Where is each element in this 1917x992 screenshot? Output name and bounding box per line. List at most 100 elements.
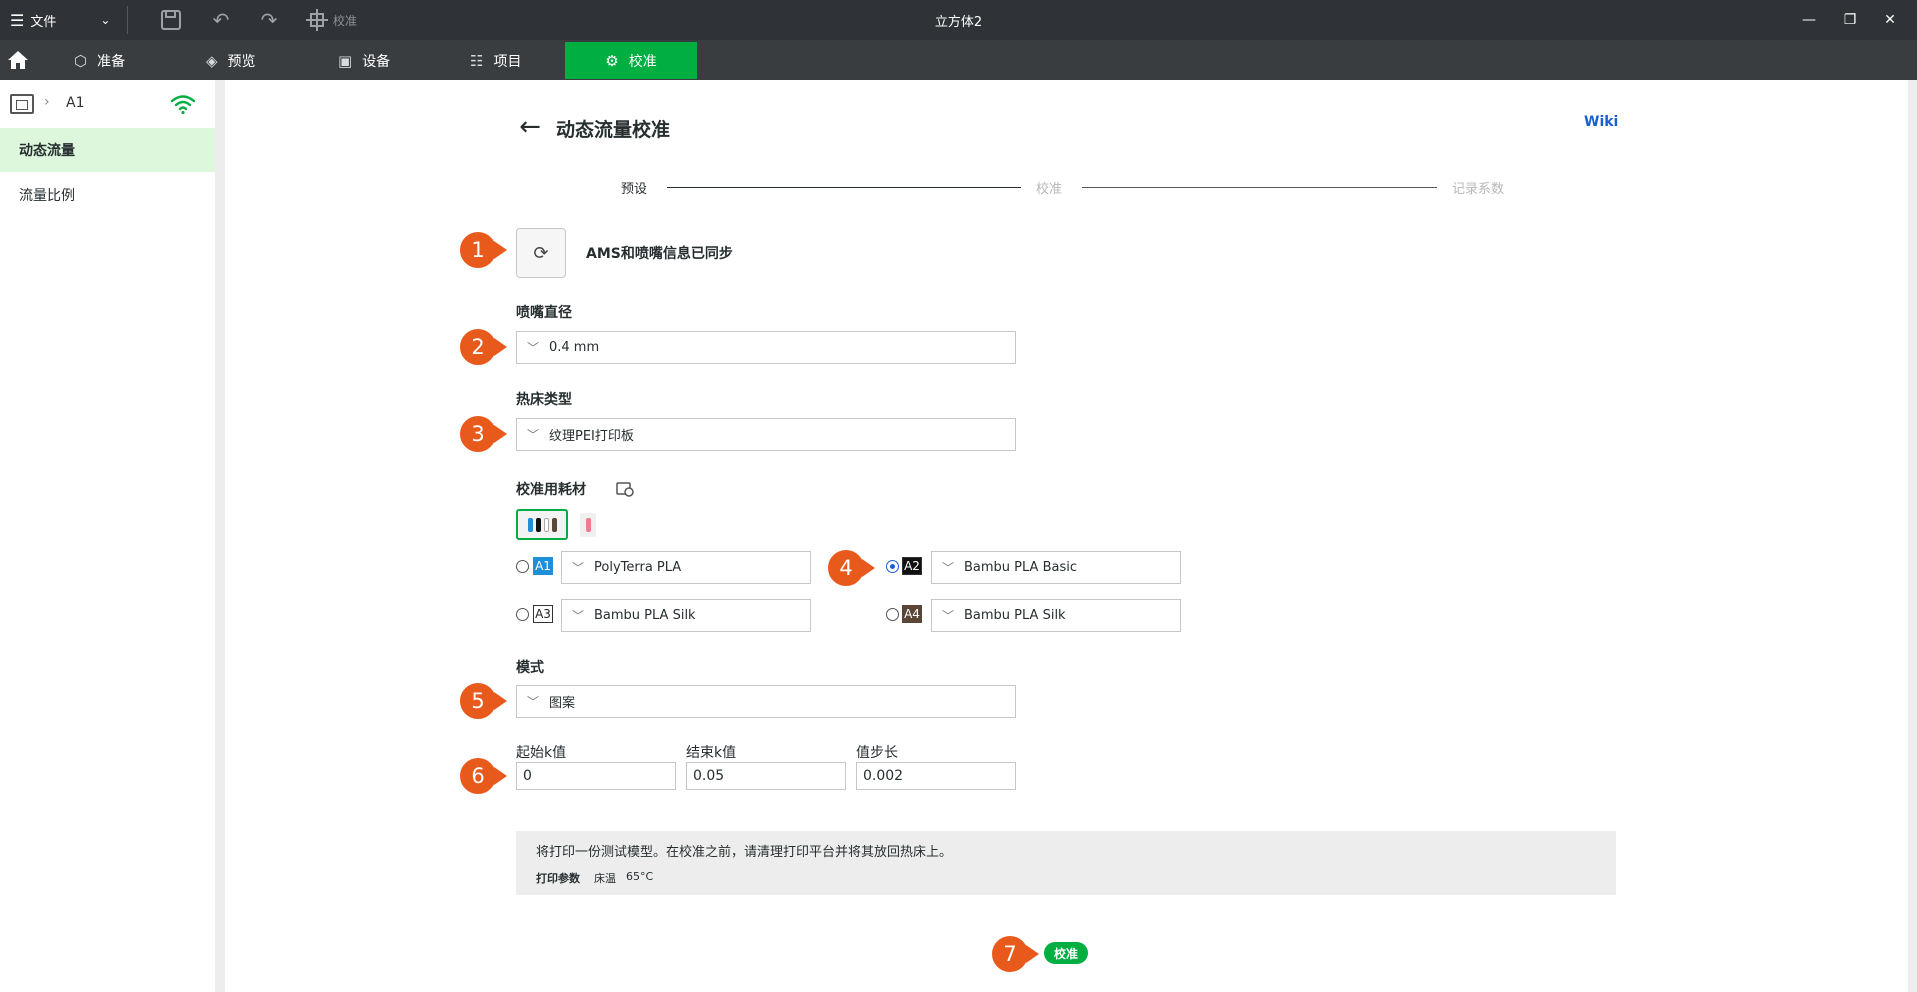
spool-icon — [535, 517, 541, 532]
tab-project[interactable]: ☷ 项目 — [470, 42, 521, 79]
slot-a2-filament: Bambu PLA Basic — [964, 560, 1077, 575]
slot-a2-radio[interactable] — [886, 560, 899, 573]
tab-preview-label: 预览 — [227, 53, 256, 70]
chevron-down-icon: ﹀ — [941, 561, 954, 575]
slot-a3-filament: Bambu PLA Silk — [594, 608, 696, 623]
mode-label: 模式 — [516, 660, 544, 676]
mode-value: 图案 — [549, 696, 576, 711]
wiki-link[interactable]: Wiki — [1584, 114, 1618, 130]
tab-prepare-label: 准备 — [97, 53, 126, 70]
hamburger-icon: ☰ — [10, 10, 25, 30]
slot-a3-badge: A3 — [533, 605, 553, 623]
layers-icon: ◈ — [206, 51, 218, 70]
tab-prepare[interactable]: ⬡ 准备 — [74, 42, 125, 79]
title-bar: ☰ 文件 ⌄ ↶ ↷ 校准 立方体2 — ❐ ✕ — [0, 0, 1917, 40]
k-end-label: 结束k值 — [686, 745, 737, 761]
slot-a4-badge: A4 — [902, 605, 922, 623]
bed-type-select[interactable]: ﹀ 纹理PEI打印板 — [516, 418, 1016, 451]
minimize-icon[interactable]: — — [1797, 8, 1821, 32]
sidebar-item-flow-rate[interactable]: 流量比例 — [0, 173, 215, 217]
tab-calibration-label: 校准 — [628, 53, 657, 70]
back-arrow-icon[interactable]: ← — [515, 112, 545, 142]
info-text: 将打印一份测试模型。在校准之前，请清理打印平台并将其放回热床上。 — [536, 845, 953, 860]
calibrate-tool-icon[interactable] — [304, 7, 330, 33]
nozzle-label: 喷嘴直径 — [516, 305, 572, 321]
slot-a2-filament-select[interactable]: ﹀ Bambu PLA Basic — [931, 551, 1181, 584]
slot-a1-radio[interactable] — [516, 560, 529, 573]
calibrate-icon: ⚙ — [605, 51, 619, 70]
print-params-label: 打印参数 — [536, 872, 580, 885]
sync-status: AMS和喷嘴信息已同步 — [586, 246, 733, 262]
bed-temp-label: 床温 — [594, 872, 616, 885]
sidebar-item-pressure-advance[interactable]: 动态流量 — [0, 128, 215, 172]
k-start-input[interactable]: 0 — [516, 762, 676, 790]
print-info-box: 将打印一份测试模型。在校准之前，请清理打印平台并将其放回热床上。 打印参数 床温… — [516, 831, 1616, 895]
file-menu[interactable]: ☰ 文件 ⌄ — [10, 8, 110, 32]
calibrate-tool-label[interactable]: 校准 — [333, 12, 357, 29]
step-connector — [1082, 187, 1437, 188]
external-spool-tab[interactable] — [580, 513, 596, 537]
tab-preview[interactable]: ◈ 预览 — [206, 42, 256, 79]
sidebar-divider — [215, 80, 225, 992]
sync-ams-button[interactable]: ⟳ — [516, 228, 566, 278]
callout-marker: 5 — [458, 681, 508, 721]
chevron-down-icon: ﹀ — [571, 609, 584, 623]
slot-a4-filament-select[interactable]: ﹀ Bambu PLA Silk — [931, 599, 1181, 632]
mode-select[interactable]: ﹀ 图案 — [516, 685, 1016, 718]
sidebar-item-label: 动态流量 — [19, 143, 75, 159]
spool-icon — [551, 517, 557, 532]
filament-settings-icon[interactable] — [615, 480, 635, 498]
redo-icon[interactable]: ↷ — [256, 7, 282, 33]
slot-a3-filament-select[interactable]: ﹀ Bambu PLA Silk — [561, 599, 811, 632]
file-menu-label: 文件 — [30, 14, 57, 30]
callout-marker: 1 — [458, 230, 508, 270]
step-record: 记录系数 — [1452, 182, 1505, 197]
nozzle-select[interactable]: ﹀ 0.4 mm — [516, 331, 1016, 364]
undo-icon[interactable]: ↶ — [208, 7, 234, 33]
chevron-down-icon: ﹀ — [571, 561, 584, 575]
k-step-input[interactable]: 0.002 — [856, 762, 1016, 790]
filament-label: 校准用耗材 — [516, 482, 586, 498]
close-icon[interactable]: ✕ — [1878, 8, 1902, 32]
restore-icon[interactable]: ❐ — [1838, 8, 1862, 32]
calibrate-button[interactable]: 校准 — [1044, 942, 1088, 964]
print-params: 打印参数 床温 65°C — [536, 870, 653, 886]
slot-a3-radio[interactable] — [516, 608, 529, 621]
home-icon[interactable] — [4, 46, 32, 74]
refresh-icon: ⟳ — [533, 242, 549, 264]
tab-device[interactable]: ▣ 设备 — [338, 42, 390, 79]
slot-a1-filament: PolyTerra PLA — [594, 560, 682, 575]
k-step-label: 值步长 — [856, 745, 898, 761]
slot-a1-filament-select[interactable]: ﹀ PolyTerra PLA — [561, 551, 811, 584]
printer-icon — [10, 94, 34, 114]
slot-a4-radio[interactable] — [886, 608, 899, 621]
callout-marker: 2 — [458, 327, 508, 367]
save-icon[interactable] — [158, 7, 184, 33]
chevron-down-icon: ﹀ — [526, 428, 539, 442]
printer-header[interactable]: › A1 — [0, 80, 215, 128]
project-icon: ☷ — [470, 51, 484, 70]
chevron-down-icon[interactable]: ⌄ — [100, 13, 110, 27]
bed-type-value: 纹理PEI打印板 — [549, 429, 634, 444]
spool-icon — [585, 518, 591, 532]
spool-icon — [543, 517, 549, 532]
callout-marker: 3 — [458, 414, 508, 454]
callout-marker: 4 — [826, 548, 876, 588]
step-connector — [667, 187, 1021, 188]
bed-temp-value: 65°C — [626, 870, 654, 883]
chevron-right-icon: › — [44, 94, 50, 110]
k-end-input[interactable]: 0.05 — [686, 762, 846, 790]
tab-calibration[interactable]: ⚙ 校准 — [565, 42, 697, 79]
main-nav: ⬡ 准备 ◈ 预览 ▣ 设备 ☷ 项目 ⚙ 校准 — [0, 42, 1917, 79]
spool-icon — [527, 517, 533, 532]
tab-project-label: 项目 — [493, 53, 522, 70]
ams-unit-tab[interactable] — [516, 509, 568, 540]
window-title: 立方体2 — [934, 15, 983, 30]
cube-icon: ⬡ — [74, 51, 88, 70]
nozzle-value: 0.4 mm — [549, 340, 600, 355]
wifi-icon — [170, 95, 196, 115]
callout-marker: 7 — [990, 934, 1040, 974]
device-icon: ▣ — [338, 51, 353, 70]
step-preset: 预设 — [621, 182, 648, 197]
bed-type-label: 热床类型 — [516, 392, 572, 408]
